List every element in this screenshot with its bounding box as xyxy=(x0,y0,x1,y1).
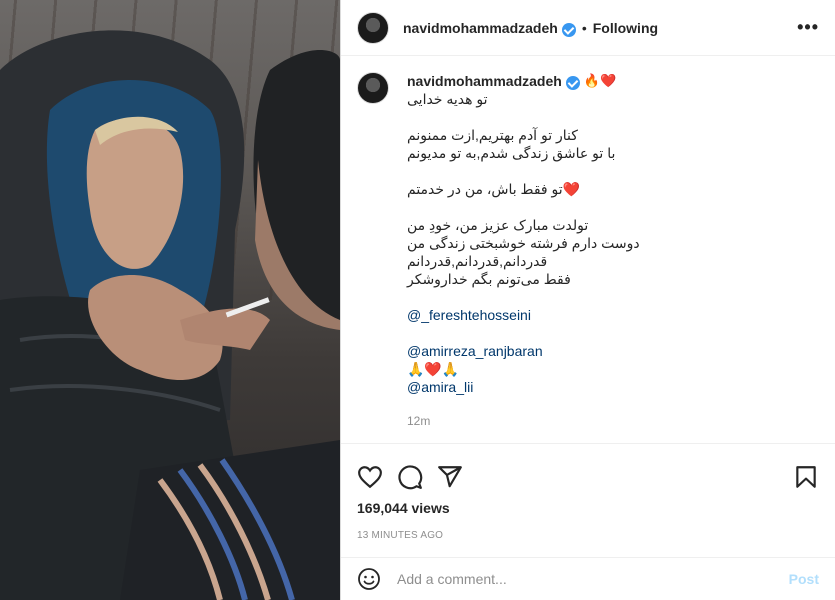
caption-body: navidmohammadzadeh 🔥❤️ تو هدیه خدایی کنا… xyxy=(407,72,640,430)
caption-line: با تو عاشق زندگی شدم,به تو مدیونم xyxy=(407,145,616,161)
caption-line: تو هدیه خدایی xyxy=(407,91,488,107)
caption-line: تولدت مبارک عزیز من، خودِ من xyxy=(407,217,589,233)
caption-line: کنار تو آدم بهتریم,ازت ممنونم xyxy=(407,127,578,143)
verified-badge-icon xyxy=(565,76,580,90)
emoji-row: 🙏❤️🙏 xyxy=(407,361,460,377)
caption-line: ❤️تو فقط باش، من در خدمتم xyxy=(407,181,581,197)
caption-emojis: 🔥❤️ xyxy=(583,73,617,88)
caption: navidmohammadzadeh 🔥❤️ تو هدیه خدایی کنا… xyxy=(357,72,819,430)
post-button[interactable]: Post xyxy=(789,571,819,587)
post-image[interactable] xyxy=(0,0,340,600)
caption-avatar[interactable] xyxy=(357,72,389,104)
comment-box: Post xyxy=(341,557,835,600)
mention-link[interactable]: @_fereshtehosseini xyxy=(407,306,640,324)
more-options-icon[interactable]: ••• xyxy=(797,17,819,38)
comment-icon[interactable] xyxy=(397,464,423,490)
view-count[interactable]: 169,044 views xyxy=(341,500,835,516)
avatar[interactable] xyxy=(357,11,389,44)
following-button[interactable]: Following xyxy=(593,20,658,36)
header-username[interactable]: navidmohammadzadeh xyxy=(403,20,558,36)
bookmark-icon[interactable] xyxy=(793,464,819,490)
post-details-panel: navidmohammadzadeh • Following ••• navid… xyxy=(340,0,835,600)
header-separator: • xyxy=(581,19,587,36)
post-header: navidmohammadzadeh • Following ••• xyxy=(341,0,835,56)
actions-area: 169,044 views 13 MINUTES AGO xyxy=(341,443,835,541)
comment-input[interactable] xyxy=(397,571,789,587)
caption-line: قدردانم,قدردانم,قدردانم xyxy=(407,253,548,269)
share-icon[interactable] xyxy=(437,464,463,490)
caption-username[interactable]: navidmohammadzadeh xyxy=(407,72,562,90)
photo-illustration xyxy=(0,30,340,600)
action-bar xyxy=(341,444,835,496)
verified-badge-icon xyxy=(561,22,576,37)
mention-link[interactable]: @amira_lii xyxy=(407,378,640,396)
post-timestamp[interactable]: 13 MINUTES AGO xyxy=(341,530,835,541)
comments-section: navidmohammadzadeh 🔥❤️ تو هدیه خدایی کنا… xyxy=(357,72,819,438)
mention-link[interactable]: @amirreza_ranjbaran xyxy=(407,342,640,360)
caption-line: فقط می‌تونم بگم خداروشکر xyxy=(407,271,571,287)
caption-time[interactable]: 12m xyxy=(407,412,640,430)
smiley-icon[interactable] xyxy=(357,567,381,591)
caption-line: دوست دارم فرشته خوشبختی زندگی من xyxy=(407,235,640,251)
heart-icon[interactable] xyxy=(357,464,383,490)
